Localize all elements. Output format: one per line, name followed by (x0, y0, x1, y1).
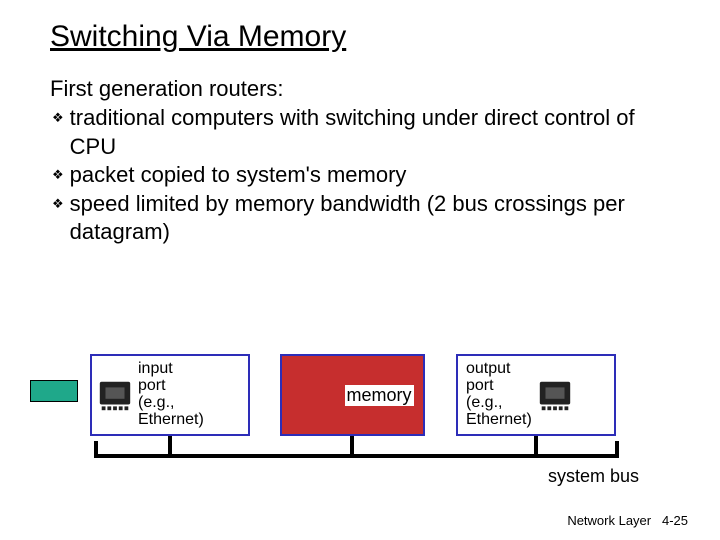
bullet-text: traditional computers with switching und… (70, 104, 680, 161)
ethernet-icon (96, 376, 134, 414)
bullet-icon: ❖ (52, 104, 64, 161)
bullet-icon: ❖ (52, 161, 64, 190)
bullet-item: ❖ speed limited by memory bandwidth (2 b… (52, 190, 680, 247)
bullet-text: packet copied to system's memory (70, 161, 680, 190)
page-number: 4-25 (662, 513, 688, 528)
system-bus-line (94, 454, 619, 458)
output-port-box: output port (e.g., Ethernet) (456, 354, 616, 436)
footer-label: Network Layer (567, 513, 651, 528)
bullet-list: ❖ traditional computers with switching u… (50, 104, 680, 247)
bullet-icon: ❖ (52, 190, 64, 247)
memory-box: memory (280, 354, 425, 436)
memory-label: memory (345, 385, 414, 406)
diagram: input port (e.g., Ethernet) memory outpu… (0, 332, 720, 492)
slide-title: Switching Via Memory (50, 20, 680, 54)
footer: Network Layer 4-25 (567, 513, 688, 528)
input-port-label: input port (e.g., Ethernet) (138, 361, 204, 428)
bullet-item: ❖ traditional computers with switching u… (52, 104, 680, 161)
output-port-label: output port (e.g., Ethernet) (466, 361, 532, 428)
packet-box (30, 380, 78, 402)
subheading: First generation routers: (50, 76, 680, 102)
bullet-text: speed limited by memory bandwidth (2 bus… (70, 190, 680, 247)
input-port-box: input port (e.g., Ethernet) (90, 354, 250, 436)
bullet-item: ❖ packet copied to system's memory (52, 161, 680, 190)
ethernet-icon (536, 376, 574, 414)
bus-label: system bus (548, 466, 639, 487)
